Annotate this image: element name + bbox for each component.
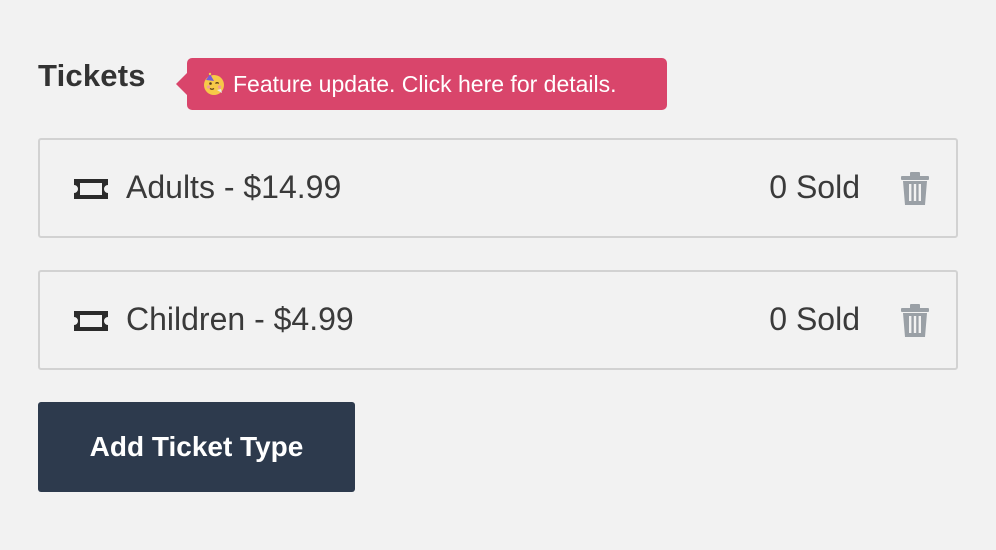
- party-face-emoji-icon: [204, 72, 224, 95]
- tickets-page: Tickets Feature update. Click here for d…: [0, 0, 996, 550]
- sold-count: 0 Sold: [769, 169, 860, 205]
- add-ticket-type-button[interactable]: Add Ticket Type: [38, 402, 355, 492]
- trash-icon[interactable]: [900, 172, 930, 206]
- section-title: Tickets: [38, 58, 146, 93]
- ticket-row-adults[interactable]: Adults - $14.99 0 Sold: [38, 138, 958, 238]
- feature-update-text: Feature update. Click here for details.: [233, 70, 617, 97]
- ticket-row-children[interactable]: Children - $4.99 0 Sold: [38, 270, 958, 370]
- ticket-label: Adults - $14.99: [126, 169, 342, 205]
- ticket-icon: [74, 311, 108, 331]
- trash-icon[interactable]: [900, 304, 930, 338]
- sold-count: 0 Sold: [769, 301, 860, 337]
- feature-update-badge[interactable]: Feature update. Click here for details.: [176, 58, 667, 110]
- tickets-header: Tickets: [38, 54, 146, 98]
- ticket-label: Children - $4.99: [126, 301, 354, 337]
- ticket-icon: [74, 179, 108, 199]
